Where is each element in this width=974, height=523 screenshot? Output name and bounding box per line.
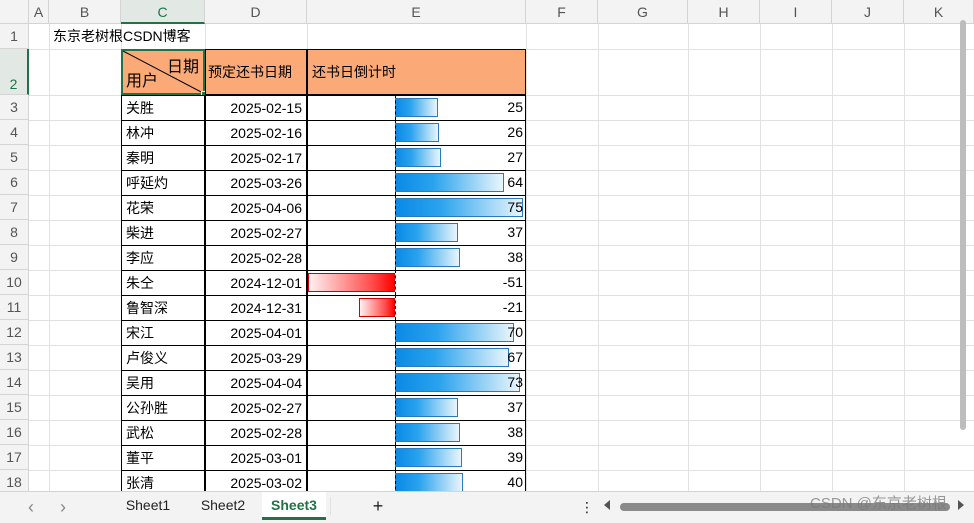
row-header-2[interactable]: 2	[0, 49, 29, 95]
due-date-cell[interactable]: 2025-02-17	[205, 145, 307, 171]
countdown-value: 75	[507, 199, 523, 215]
countdown-value: 27	[507, 149, 523, 165]
user-name-cell[interactable]: 关胜	[121, 95, 205, 121]
countdown-value: -51	[502, 274, 523, 290]
column-header-d[interactable]: D	[205, 0, 307, 24]
due-date-cell[interactable]: 2025-02-27	[205, 220, 307, 246]
row-header-14[interactable]: 14	[0, 370, 29, 395]
row-header-6[interactable]: 6	[0, 170, 29, 195]
column-header-f[interactable]: F	[526, 0, 598, 24]
column-header-j[interactable]: J	[832, 0, 904, 24]
user-name-cell[interactable]: 柴进	[121, 220, 205, 246]
column-header-b[interactable]: B	[49, 0, 121, 24]
user-name-cell[interactable]: 朱仝	[121, 270, 205, 296]
row-header-13[interactable]: 13	[0, 345, 29, 370]
user-name-cell[interactable]: 林冲	[121, 120, 205, 146]
more-options-icon[interactable]: ⋮	[578, 494, 596, 520]
sheet-tab-sheet2[interactable]: Sheet2	[186, 492, 260, 520]
countdown-value: 37	[507, 399, 523, 415]
due-date-cell[interactable]: 2024-12-01	[205, 270, 307, 296]
row-header-12[interactable]: 12	[0, 320, 29, 345]
column-header-e[interactable]: E	[307, 0, 526, 24]
select-all-corner[interactable]	[0, 0, 29, 24]
countdown-value: 25	[507, 99, 523, 115]
user-name-cell[interactable]: 呼延灼	[121, 170, 205, 196]
user-name-cell[interactable]: 武松	[121, 420, 205, 446]
due-date-cell[interactable]: 2025-03-29	[205, 345, 307, 371]
tab-separator	[330, 497, 331, 515]
countdown-value: 37	[507, 224, 523, 240]
diagonal-header-bottom: 用户	[126, 73, 159, 90]
due-date-cell[interactable]: 2025-02-27	[205, 395, 307, 421]
due-date-cell[interactable]: 2025-02-28	[205, 420, 307, 446]
row-header-8[interactable]: 8	[0, 220, 29, 245]
countdown-value: 39	[507, 449, 523, 465]
due-date-cell[interactable]: 2025-03-26	[205, 170, 307, 196]
user-name-cell[interactable]: 秦明	[121, 145, 205, 171]
row-header-11[interactable]: 11	[0, 295, 29, 320]
vertical-scrollbar-thumb[interactable]	[960, 20, 966, 430]
due-date-cell[interactable]: 2025-02-28	[205, 245, 307, 271]
scroll-left-arrow-icon[interactable]	[604, 500, 610, 510]
tab-scroll-prev-button[interactable]: ‹	[20, 494, 42, 520]
due-date-cell[interactable]: 2025-04-01	[205, 320, 307, 346]
user-name-cell[interactable]: 公孙胜	[121, 395, 205, 421]
tab-scroll-next-button[interactable]: ›	[52, 494, 74, 520]
diagonal-header-top: 日期	[166, 59, 199, 76]
countdown-value: -21	[502, 299, 523, 315]
due-date-cell[interactable]: 2025-02-16	[205, 120, 307, 146]
countdown-value: 38	[507, 424, 523, 440]
user-name-cell[interactable]: 吴用	[121, 370, 205, 396]
countdown-value: 64	[507, 174, 523, 190]
countdown-value: 26	[507, 124, 523, 140]
header-date-cell[interactable]: 预定还书日期	[205, 49, 307, 95]
sheet-tab-sheet1[interactable]: Sheet1	[112, 492, 184, 520]
row-header-5[interactable]: 5	[0, 145, 29, 170]
due-date-cell[interactable]: 2025-02-15	[205, 95, 307, 121]
due-date-cell[interactable]: 2025-04-06	[205, 195, 307, 221]
header-countdown-cell[interactable]: 还书日倒计时	[307, 49, 526, 95]
due-date-cell[interactable]: 2025-03-01	[205, 445, 307, 471]
countdown-value: 38	[507, 249, 523, 265]
column-header-i[interactable]: I	[760, 0, 832, 24]
sheet-tab-sheet3[interactable]: Sheet3	[262, 492, 326, 520]
row-header-4[interactable]: 4	[0, 120, 29, 145]
user-name-cell[interactable]: 鲁智深	[121, 295, 205, 321]
watermark-text: CSDN @东京老树根	[810, 495, 947, 512]
row-header-1[interactable]: 1	[0, 24, 29, 49]
row-header-10[interactable]: 10	[0, 270, 29, 295]
due-date-cell[interactable]: 2024-12-31	[205, 295, 307, 321]
column-header-c[interactable]: C	[121, 0, 205, 24]
add-sheet-button[interactable]: +	[366, 493, 390, 519]
user-name-cell[interactable]: 董平	[121, 445, 205, 471]
column-header-h[interactable]: H	[688, 0, 760, 24]
user-name-cell[interactable]: 卢俊义	[121, 345, 205, 371]
diagonal-header-cell[interactable]: 日期 用户	[121, 49, 207, 97]
row-header-15[interactable]: 15	[0, 395, 29, 420]
row-header-16[interactable]: 16	[0, 420, 29, 445]
user-name-cell[interactable]: 李应	[121, 245, 205, 271]
countdown-value: 70	[507, 324, 523, 340]
due-date-cell[interactable]: 2025-04-04	[205, 370, 307, 396]
title-cell[interactable]: 东京老树根CSDN博客	[49, 24, 249, 49]
countdown-value: 67	[507, 349, 523, 365]
user-name-cell[interactable]: 花荣	[121, 195, 205, 221]
column-header-a[interactable]: A	[29, 0, 49, 24]
row-header-3[interactable]: 3	[0, 95, 29, 120]
row-header-17[interactable]: 17	[0, 445, 29, 470]
column-header-g[interactable]: G	[598, 0, 688, 24]
row-header-9[interactable]: 9	[0, 245, 29, 270]
row-header-7[interactable]: 7	[0, 195, 29, 220]
user-name-cell[interactable]: 宋江	[121, 320, 205, 346]
countdown-value: 73	[507, 374, 523, 390]
